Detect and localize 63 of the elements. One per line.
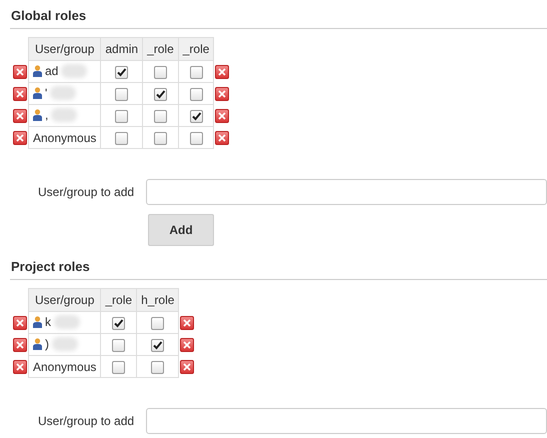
user-icon bbox=[33, 338, 42, 350]
checkbox[interactable] bbox=[112, 316, 126, 330]
checkbox[interactable] bbox=[154, 88, 167, 101]
delete-icon[interactable] bbox=[180, 316, 194, 330]
column-header: _role bbox=[142, 38, 178, 60]
column-header: User/group bbox=[28, 288, 101, 312]
checkbox[interactable] bbox=[190, 132, 203, 145]
user-name: , bbox=[45, 108, 48, 122]
redaction-blur bbox=[51, 108, 78, 122]
redaction-blur bbox=[54, 314, 80, 328]
add-button[interactable]: Add bbox=[148, 214, 214, 246]
delete-icon[interactable] bbox=[215, 86, 230, 101]
delete-icon[interactable] bbox=[13, 130, 27, 145]
checkbox[interactable] bbox=[190, 88, 203, 101]
checkbox[interactable] bbox=[154, 66, 167, 79]
checkbox[interactable] bbox=[190, 110, 203, 123]
column-header: admin bbox=[100, 38, 143, 60]
section-heading: Project roles bbox=[10, 257, 547, 280]
delete-icon[interactable] bbox=[13, 360, 27, 374]
user-icon bbox=[33, 64, 42, 76]
redaction-blur bbox=[61, 64, 88, 78]
column-header: h_role bbox=[136, 288, 179, 312]
checkbox[interactable] bbox=[154, 110, 167, 123]
checkbox[interactable] bbox=[112, 360, 126, 374]
delete-icon[interactable] bbox=[13, 86, 27, 101]
user-name: ) bbox=[45, 336, 49, 350]
column-header: User/group bbox=[28, 38, 101, 60]
user-icon bbox=[33, 316, 42, 328]
user-icon bbox=[33, 108, 42, 120]
checkbox[interactable] bbox=[112, 338, 126, 352]
delete-icon[interactable] bbox=[13, 338, 27, 352]
user-name: ad bbox=[45, 64, 58, 78]
delete-icon[interactable] bbox=[180, 338, 194, 352]
user-cell: Anonymous bbox=[28, 356, 101, 378]
checkbox[interactable] bbox=[115, 88, 128, 101]
column-header: _role bbox=[178, 38, 214, 60]
delete-icon[interactable] bbox=[215, 130, 230, 145]
delete-icon[interactable] bbox=[180, 360, 194, 374]
delete-icon[interactable] bbox=[215, 64, 230, 79]
user-name: k bbox=[45, 314, 51, 328]
checkbox[interactable] bbox=[151, 338, 164, 352]
checkbox[interactable] bbox=[151, 360, 164, 374]
field-label: User/group to add bbox=[38, 185, 136, 199]
checkbox[interactable] bbox=[154, 132, 167, 145]
checkbox[interactable] bbox=[115, 110, 128, 123]
delete-icon[interactable] bbox=[13, 108, 27, 123]
checkbox[interactable] bbox=[115, 132, 128, 145]
section-heading: Global roles bbox=[10, 6, 547, 29]
redaction-blur bbox=[50, 86, 76, 100]
user-icon bbox=[33, 86, 42, 98]
user-name: ' bbox=[45, 86, 48, 100]
field-label: User/group to add bbox=[38, 414, 136, 428]
checkbox[interactable] bbox=[115, 66, 128, 79]
delete-icon[interactable] bbox=[13, 64, 27, 79]
input-field[interactable] bbox=[146, 179, 547, 205]
checkbox[interactable] bbox=[190, 66, 203, 79]
input-field[interactable] bbox=[146, 408, 547, 434]
delete-icon[interactable] bbox=[13, 316, 27, 330]
redaction-blur bbox=[52, 336, 78, 350]
checkbox[interactable] bbox=[151, 316, 164, 330]
user-cell: Anonymous bbox=[28, 126, 101, 148]
column-header: _role bbox=[100, 288, 137, 312]
delete-icon[interactable] bbox=[215, 108, 230, 123]
